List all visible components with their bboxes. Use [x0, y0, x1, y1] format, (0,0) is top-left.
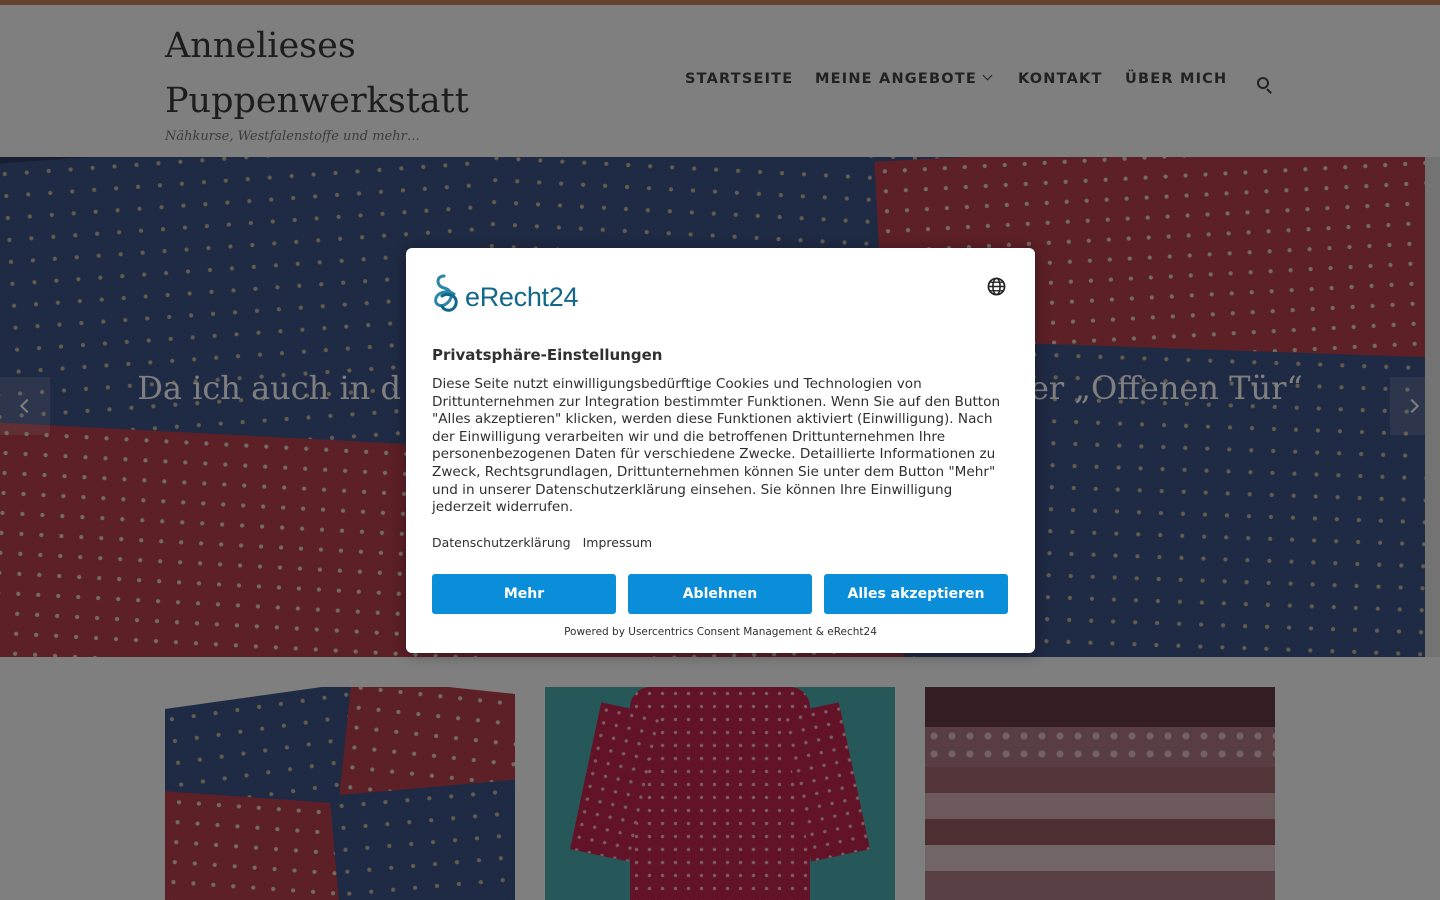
- accept-all-button[interactable]: Alles akzeptieren: [824, 574, 1008, 614]
- consent-title: Privatsphäre-Einstellungen: [432, 346, 663, 364]
- erecht24-logo: eRecht24: [432, 274, 602, 314]
- globe-icon[interactable]: [987, 277, 1006, 296]
- consent-links: Datenschutzerklärung Impressum: [432, 535, 664, 550]
- consent-body-text: Diese Seite nutzt einwilligungsbedürftig…: [432, 376, 1001, 516]
- logo-text: eRecht24: [465, 282, 579, 312]
- imprint-link[interactable]: Impressum: [583, 535, 652, 550]
- powered-by-text: Powered by Usercentrics Consent Manageme…: [564, 626, 877, 638]
- privacy-policy-link[interactable]: Datenschutzerklärung: [432, 535, 571, 550]
- erecht24-logo-mark: [434, 274, 458, 312]
- more-button[interactable]: Mehr: [432, 574, 616, 614]
- deny-button[interactable]: Ablehnen: [628, 574, 812, 614]
- consent-dialog: eRecht24 Privatsphäre-Einstellungen Dies…: [406, 248, 1035, 653]
